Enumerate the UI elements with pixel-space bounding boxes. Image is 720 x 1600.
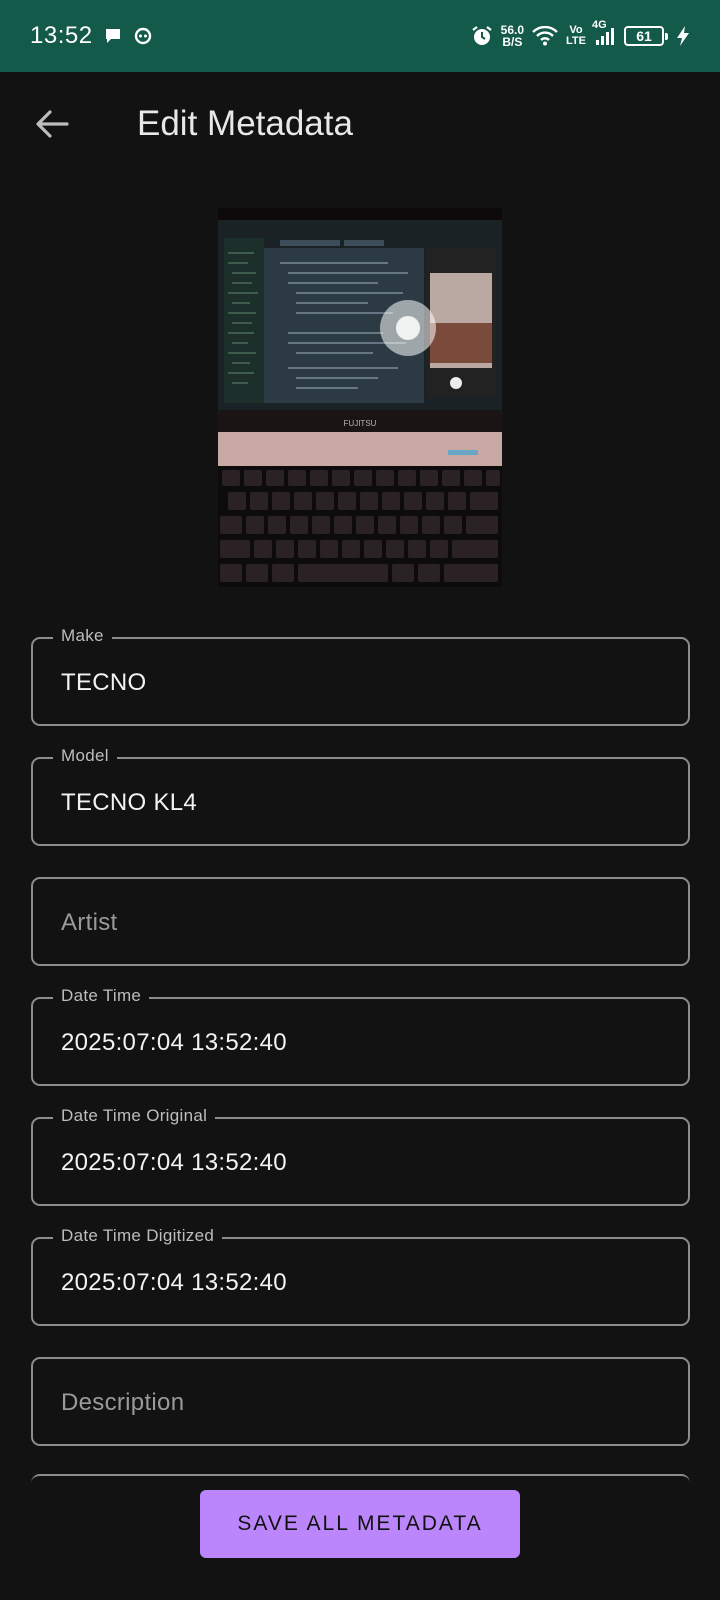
next-field-partial[interactable] bbox=[31, 1474, 690, 1486]
battery-icon: 61 bbox=[624, 26, 668, 46]
make-value: TECNO bbox=[61, 669, 147, 696]
date-time-label: Date Time bbox=[53, 986, 150, 1006]
volte-bottom: LTE bbox=[566, 35, 586, 47]
make-field[interactable]: Make TECNO bbox=[31, 626, 690, 726]
status-left: 13:52 bbox=[30, 22, 153, 50]
photo-preview: FUJITSU bbox=[218, 208, 502, 587]
network-speed-unit: B/S bbox=[502, 35, 523, 49]
date-time-digitized-label: Date Time Digitized bbox=[53, 1226, 223, 1246]
artist-field[interactable]: Artist bbox=[31, 877, 690, 966]
wifi-icon bbox=[532, 26, 558, 46]
signal-icon: 4G bbox=[592, 19, 616, 47]
message-icon bbox=[103, 26, 123, 46]
charging-icon bbox=[676, 25, 690, 47]
arrow-left-icon bbox=[36, 110, 69, 138]
save-all-metadata-button[interactable]: SAVE ALL METADATA bbox=[200, 1490, 520, 1558]
model-value: TECNO KL4 bbox=[61, 789, 198, 816]
model-label: Model bbox=[53, 746, 117, 766]
date-time-original-field[interactable]: Date Time Original 2025:07:04 13:52:40 bbox=[31, 1106, 690, 1206]
page-title: Edit Metadata bbox=[137, 104, 353, 143]
date-time-original-label: Date Time Original bbox=[53, 1106, 216, 1126]
volte-indicator: Vo LTE bbox=[566, 25, 586, 47]
battery-level: 61 bbox=[636, 28, 652, 44]
status-right: 56.0 B/S Vo LTE 4G 61 bbox=[471, 19, 690, 48]
date-time-digitized-field[interactable]: Date Time Digitized 2025:07:04 13:52:40 bbox=[31, 1226, 690, 1326]
description-field[interactable]: Description bbox=[31, 1357, 690, 1446]
status-bar: 13:52 56.0 B/S Vo LTE 4G 61 bbox=[0, 0, 720, 72]
description-placeholder: Description bbox=[61, 1389, 185, 1416]
date-time-field[interactable]: Date Time 2025:07:04 13:52:40 bbox=[31, 986, 690, 1086]
alarm-icon bbox=[471, 25, 493, 47]
model-field[interactable]: Model TECNO KL4 bbox=[31, 746, 690, 846]
app-bar: Edit Metadata bbox=[0, 72, 720, 182]
network-type: 4G bbox=[592, 19, 607, 31]
date-time-digitized-value: 2025:07:04 13:52:40 bbox=[61, 1269, 287, 1296]
network-speed: 56.0 B/S bbox=[501, 24, 524, 48]
date-time-value: 2025:07:04 13:52:40 bbox=[61, 1029, 287, 1056]
status-time: 13:52 bbox=[30, 22, 93, 49]
date-time-original-value: 2025:07:04 13:52:40 bbox=[61, 1149, 287, 1176]
back-button[interactable] bbox=[30, 102, 74, 146]
notification-app-icon bbox=[133, 26, 153, 46]
make-label: Make bbox=[53, 626, 112, 646]
laptop-brand: FUJITSU bbox=[344, 419, 377, 428]
artist-placeholder: Artist bbox=[61, 909, 118, 936]
